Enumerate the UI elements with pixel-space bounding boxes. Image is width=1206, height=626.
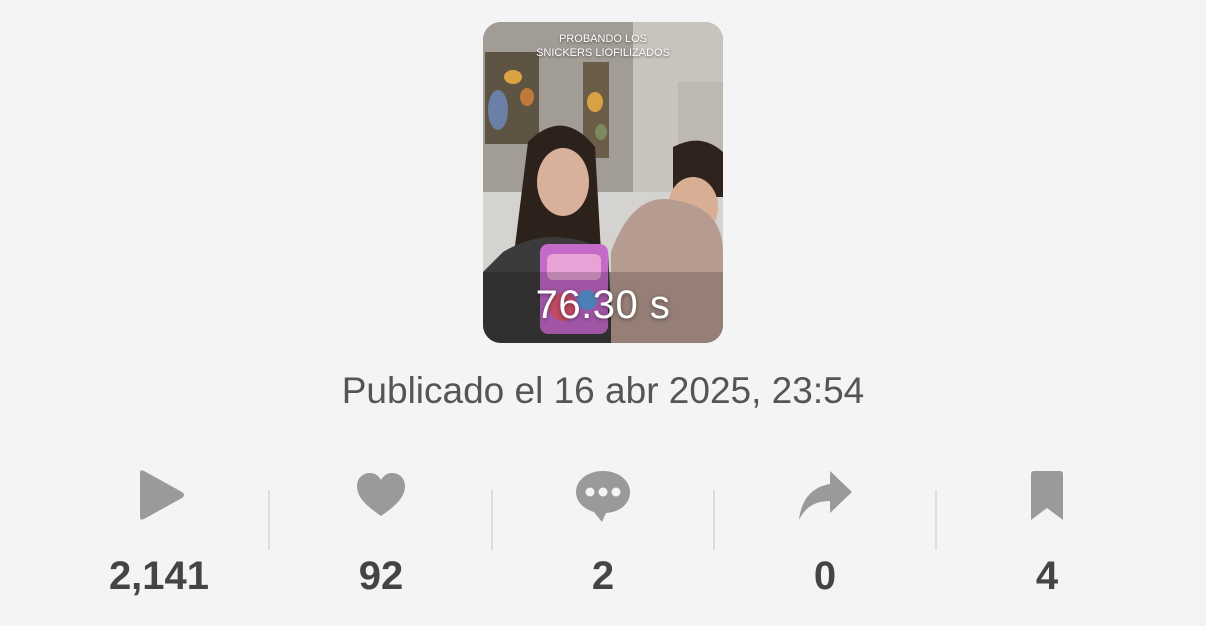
views-count: 2,141 bbox=[108, 554, 210, 598]
heart-icon bbox=[357, 473, 405, 516]
play-icon bbox=[140, 470, 184, 520]
bookmark-icon bbox=[1031, 471, 1063, 520]
likes-count: 92 bbox=[358, 554, 404, 598]
share-icon bbox=[799, 471, 852, 520]
video-duration: 76.30 s bbox=[535, 283, 671, 327]
stat-likes[interactable]: 92 bbox=[270, 458, 492, 608]
shares-count: 0 bbox=[813, 554, 837, 598]
stat-comments[interactable]: 2 bbox=[492, 458, 714, 608]
video-thumbnail[interactable]: PROBANDO LOS SNICKERS LIOFILIZADOS 76.30… bbox=[483, 22, 723, 343]
stat-views[interactable]: 2,141 bbox=[48, 458, 270, 608]
stats-bar: 2,141 92 2 0 4 bbox=[48, 458, 1158, 608]
stat-shares[interactable]: 0 bbox=[714, 458, 936, 608]
comment-icon bbox=[576, 471, 630, 522]
saves-count: 4 bbox=[1035, 554, 1059, 598]
stat-saves[interactable]: 4 bbox=[936, 458, 1158, 608]
published-date: Publicado el 16 abr 2025, 23:54 bbox=[341, 370, 865, 411]
video-caption-overlay: PROBANDO LOS SNICKERS LIOFILIZADOS bbox=[536, 33, 670, 59]
comments-count: 2 bbox=[591, 554, 615, 598]
